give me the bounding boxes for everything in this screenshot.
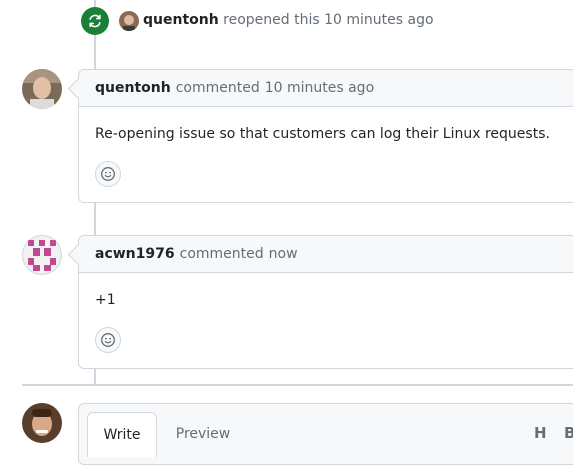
comment: acwn1976 commented now +1 xyxy=(67,235,573,369)
comment-author-link[interactable]: acwn1976 xyxy=(95,246,175,262)
comment: quentonh commented 10 minutes ago Re-ope… xyxy=(67,69,573,203)
heading-button[interactable]: H xyxy=(534,424,547,442)
event-action: reopened this xyxy=(223,12,320,28)
timeline-line xyxy=(94,202,96,236)
bold-button[interactable]: B xyxy=(564,424,573,442)
avatar[interactable] xyxy=(22,69,62,109)
comment-time[interactable]: now xyxy=(269,246,298,262)
comment-editor: Write Preview H B xyxy=(78,403,573,465)
comment-body: +1 xyxy=(95,292,116,308)
timeline-divider xyxy=(22,384,573,386)
comment-author-link[interactable]: quentonh xyxy=(95,80,171,96)
add-reaction-button[interactable] xyxy=(95,161,121,187)
event-time[interactable]: 10 minutes ago xyxy=(324,12,433,28)
tab-preview[interactable]: Preview xyxy=(167,412,239,456)
comment-action: commented xyxy=(179,246,264,262)
tab-write[interactable]: Write xyxy=(87,412,157,457)
avatar[interactable] xyxy=(119,11,139,31)
comment-header: acwn1976 commented now xyxy=(79,236,573,273)
comment-time[interactable]: 10 minutes ago xyxy=(265,80,374,96)
comment-body: Re-opening issue so that customers can l… xyxy=(95,126,550,142)
reopened-icon xyxy=(81,7,109,35)
smiley-icon xyxy=(101,167,115,181)
comment-action: commented xyxy=(175,80,260,96)
current-user-avatar[interactable] xyxy=(22,403,62,443)
comment-header: quentonh commented 10 minutes ago xyxy=(79,70,573,107)
add-reaction-button[interactable] xyxy=(95,327,121,353)
reopen-event-text: quentonh reopened this 10 minutes ago xyxy=(143,11,434,29)
smiley-icon xyxy=(101,333,115,347)
identicon-avatar[interactable] xyxy=(22,235,62,275)
event-author-link[interactable]: quentonh xyxy=(143,12,219,28)
